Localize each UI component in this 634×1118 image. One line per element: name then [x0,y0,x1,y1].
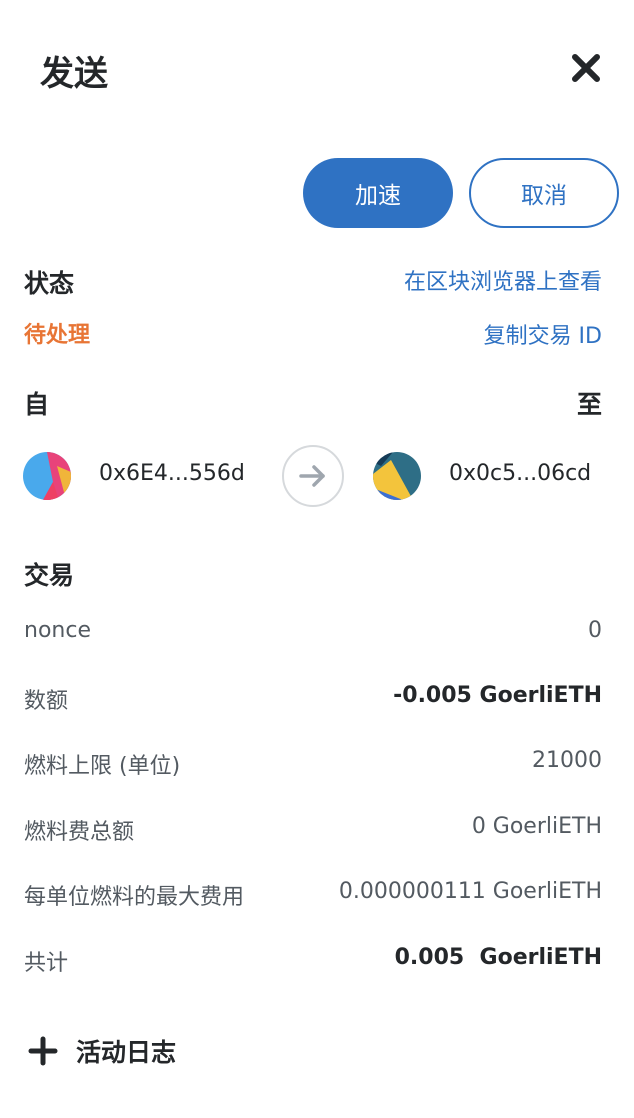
amount-label: 数额 [24,689,69,714]
view-on-explorer-link[interactable]: 在区块浏览器上查看 [404,264,602,296]
transaction-section-title: 交易 [24,561,75,590]
nonce-value: 0 [588,618,602,643]
to-address[interactable]: 0x0c5...06cd [449,461,591,486]
to-label: 至 [576,390,602,419]
nonce-label: nonce [24,618,91,643]
max-fee-per-gas-label: 每单位燃料的最大费用 [24,885,245,910]
status-badge: 待处理 [24,323,91,348]
from-identicon [23,452,71,500]
transaction-details-page: 发送 加速 取消 状态 在区块浏览器上查看 待处理 复制交易 ID 自 至 0x… [0,0,634,1118]
activity-log-toggle[interactable]: 活动日志 [28,1033,176,1069]
total-label: 共计 [24,951,69,976]
total-value: 0.005 GoerliETH [394,945,602,970]
close-icon [572,54,600,82]
gas-fee-total-value: 0 GoerliETH [471,814,602,839]
max-fee-per-gas-value: 0.000000111 GoerliETH [338,879,602,904]
gas-limit-value: 21000 [532,748,602,773]
close-button[interactable] [568,50,604,86]
status-label: 状态 [24,269,75,298]
arrow-right-icon [299,465,325,487]
gas-fee-total-label: 燃料费总额 [24,820,135,845]
page-title: 发送 [40,54,108,94]
from-label: 自 [24,390,50,419]
to-identicon [373,452,421,500]
activity-log-label: 活动日志 [76,1038,177,1067]
copy-transaction-id-link[interactable]: 复制交易 ID [484,318,602,350]
from-address[interactable]: 0x6E4...556d [99,461,245,486]
gas-limit-label: 燃料上限 (单位) [24,754,181,779]
speed-up-button[interactable]: 加速 [303,158,453,228]
amount-value: -0.005 GoerliETH [393,683,602,708]
cancel-button[interactable]: 取消 [469,158,619,228]
plus-icon [28,1036,58,1066]
transfer-direction [282,445,344,507]
